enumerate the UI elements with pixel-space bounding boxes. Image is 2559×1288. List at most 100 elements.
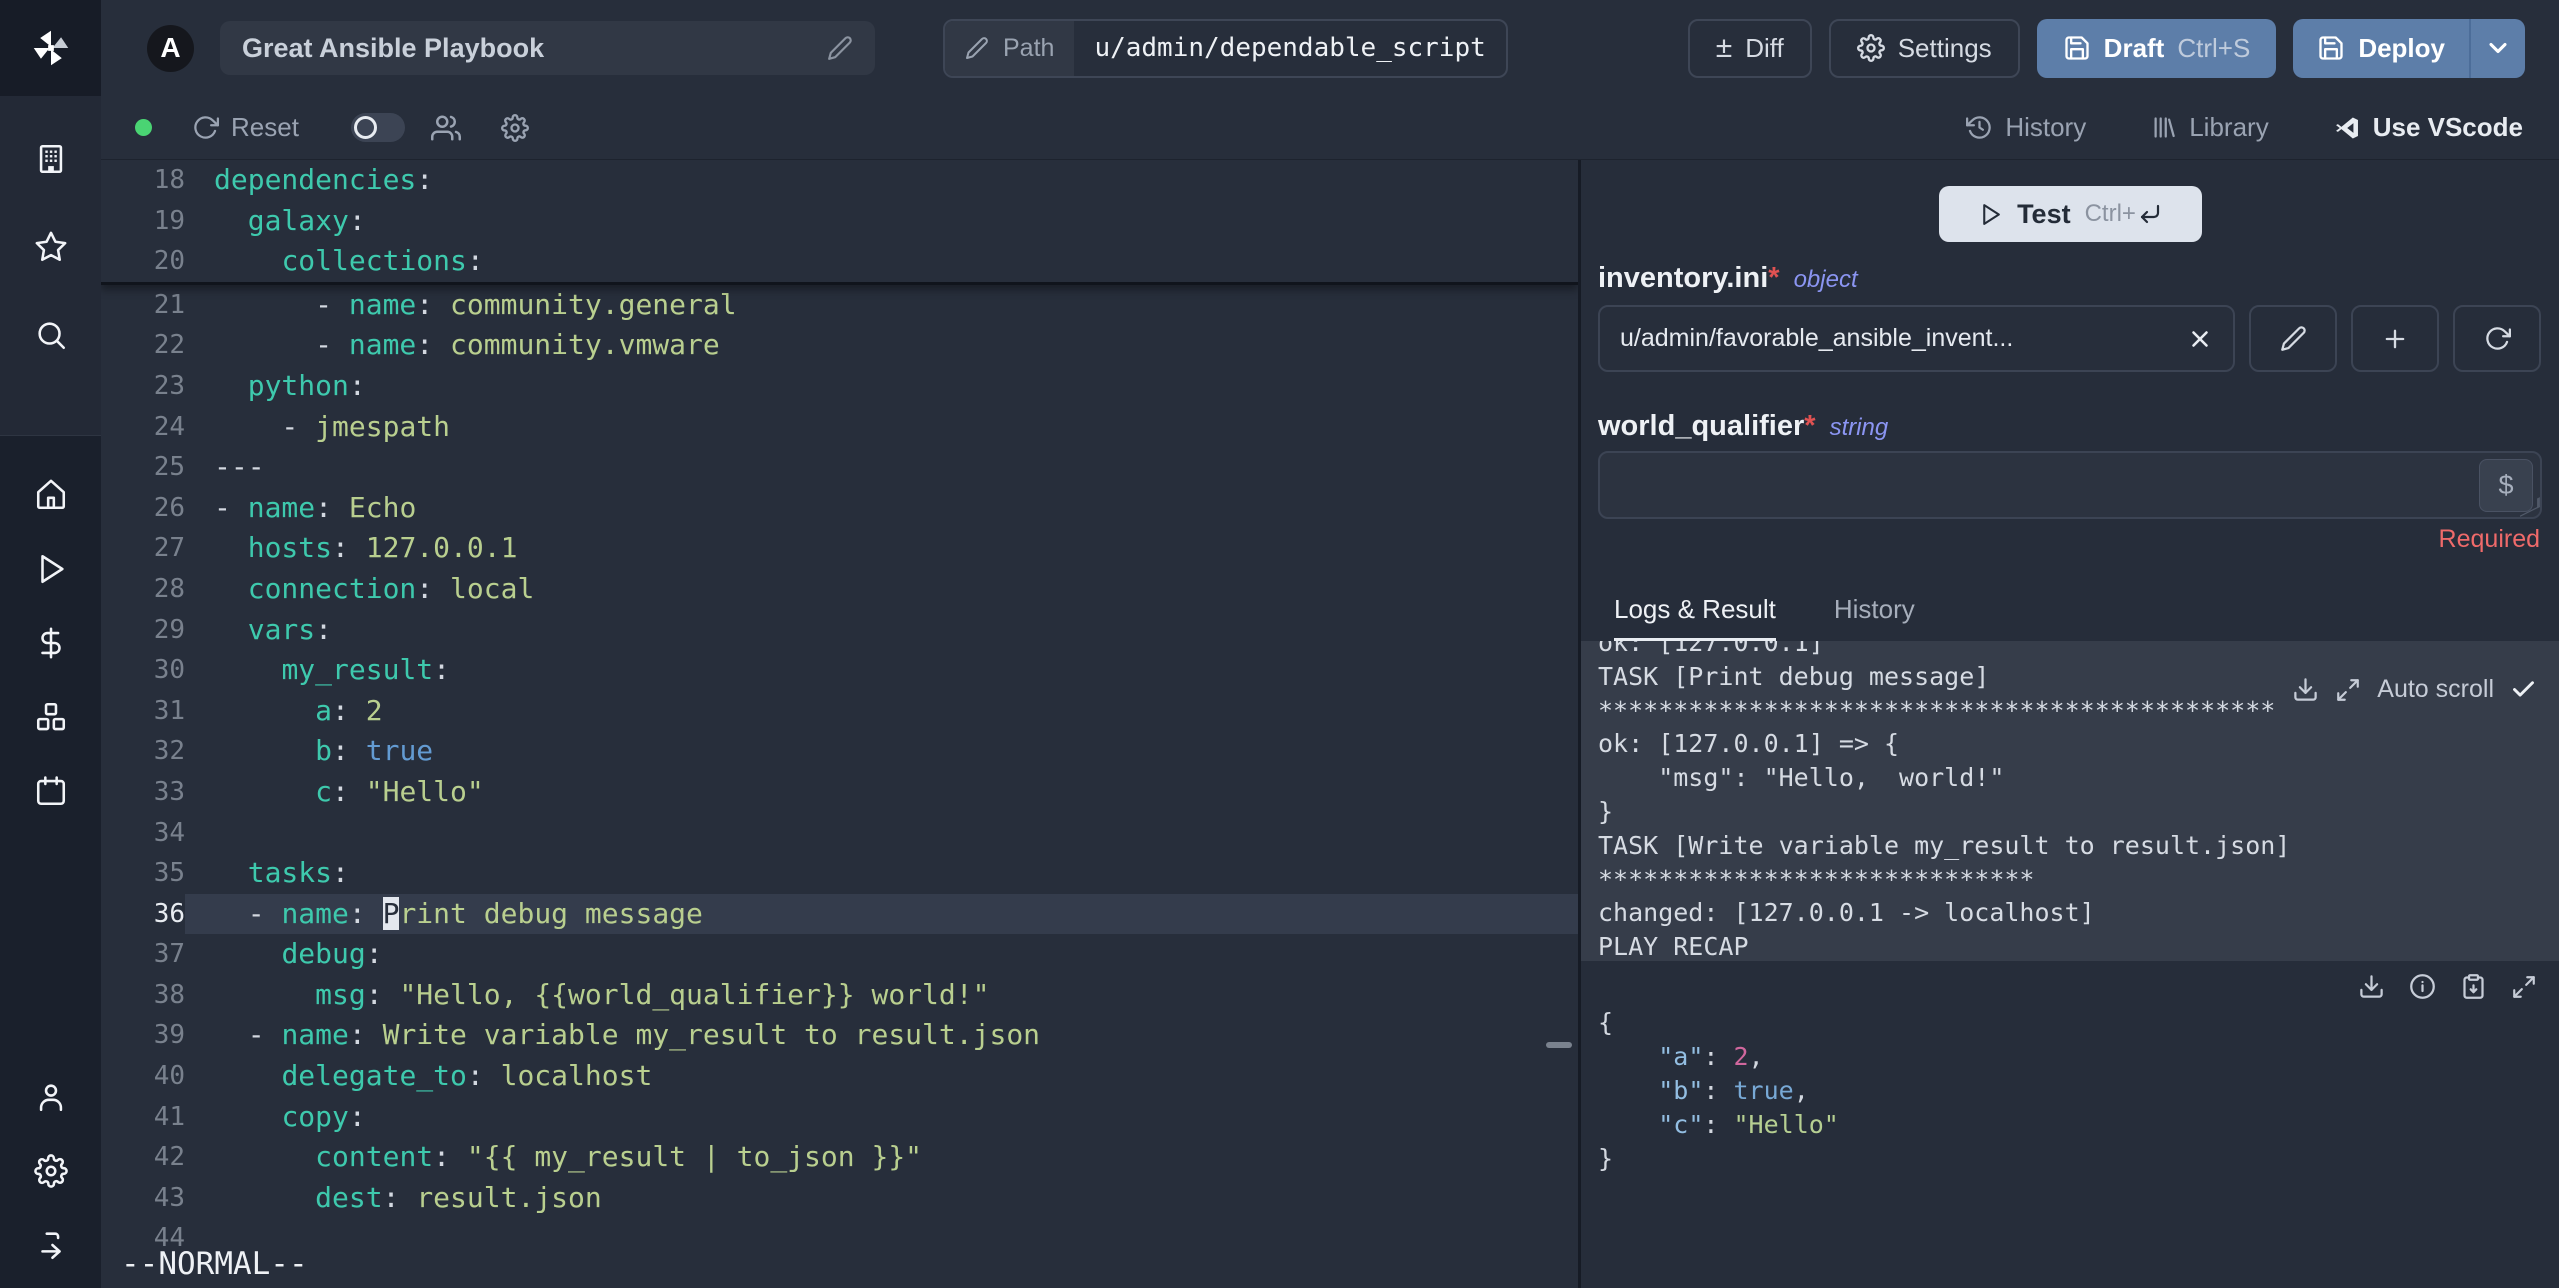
log-output-panel[interactable]: ok: [127.0.0.1] TASK [Print debug message…	[1581, 641, 2559, 961]
favorites-star-icon[interactable]	[32, 228, 70, 266]
code-text: vars:	[247, 612, 333, 646]
copy-result-clipboard-icon[interactable]	[2460, 973, 2487, 1000]
result-toolbar	[1581, 973, 2559, 1000]
tab-logs-result[interactable]: Logs & Result	[1614, 594, 1776, 641]
windmill-logo[interactable]	[0, 0, 101, 96]
code-line[interactable]: 37 debug:	[101, 934, 1578, 975]
code-line[interactable]: 19 galaxy:	[101, 201, 1578, 242]
code-line[interactable]: 33 c: "Hello"	[101, 772, 1578, 813]
world-qualifier-textarea[interactable]: $	[1598, 451, 2542, 519]
code-line[interactable]: 18 dependencies:	[101, 160, 1578, 201]
code-editor[interactable]: 18 dependencies: 19 galaxy: 20 collections:…	[101, 160, 1578, 1288]
download-result-icon[interactable]	[2358, 973, 2385, 1000]
download-logs-icon[interactable]	[2292, 676, 2319, 703]
code-line[interactable]: 35 tasks:	[101, 853, 1578, 894]
code-line[interactable]: 36 - name: Print debug message	[101, 893, 1578, 935]
code-line[interactable]: 40 delegate_to: localhost	[101, 1056, 1578, 1097]
sticky-scroll-lines[interactable]: 18 dependencies: 19 galaxy: 20 collections:	[101, 160, 1578, 285]
log-line: PLAY RECAP	[1598, 932, 1749, 961]
resources-cubes-icon[interactable]	[32, 698, 70, 736]
code-line[interactable]: 26 - name: Echo	[101, 488, 1578, 529]
code-line[interactable]: 44	[101, 1218, 1578, 1259]
library-button[interactable]: Library	[2150, 112, 2269, 143]
code-line[interactable]: 42 content: "{{ my_result | to_json }}"	[101, 1137, 1578, 1178]
code-line[interactable]: 41 copy:	[101, 1097, 1578, 1138]
code-line[interactable]: 34	[101, 813, 1578, 854]
code-line[interactable]: 21 - name: community.general	[101, 285, 1578, 326]
code-text: content: "{{ my_result | to_json }}"	[315, 1140, 923, 1174]
result-json-viewer[interactable]: { "a": 2, "b": true, "c": "Hello"}	[1581, 1006, 2559, 1176]
test-button[interactable]: Test Ctrl+	[1938, 186, 2202, 242]
editor-scrollbar-marker[interactable]	[1546, 1042, 1572, 1048]
variables-dollar-icon[interactable]	[32, 624, 70, 662]
settings-gear-icon[interactable]	[32, 1152, 70, 1190]
code-line[interactable]: 20 collections:	[101, 241, 1578, 282]
code-line[interactable]: 27 hosts: 127.0.0.1	[101, 528, 1578, 569]
line-number: 20	[153, 246, 185, 277]
code-lines[interactable]: 21 - name: community.general 22 - name: c…	[101, 285, 1578, 1259]
deploy-dropdown-button[interactable]	[2469, 18, 2525, 78]
code-text: dest: result.json	[315, 1180, 602, 1214]
settings-button[interactable]: Settings	[1828, 18, 2020, 78]
code-line[interactable]: 31 a: 2	[101, 691, 1578, 732]
auto-scroll-check-icon[interactable]	[2510, 676, 2537, 703]
refresh-resource-button[interactable]	[2453, 305, 2541, 372]
log-line: ok: [127.0.0.1] => {	[1598, 729, 1900, 759]
deploy-split-button: Deploy	[2293, 18, 2525, 78]
script-title-input[interactable]: Great Ansible Playbook	[220, 21, 875, 75]
user-icon[interactable]	[32, 1078, 70, 1116]
expand-result-icon[interactable]	[2511, 973, 2537, 1000]
code-text: collections:	[281, 244, 484, 278]
inventory-resource-input[interactable]: u/admin/favorable_ansible_invent...	[1598, 305, 2235, 372]
code-line[interactable]: 38 msg: "Hello, {{world_qualifier}} worl…	[101, 975, 1578, 1016]
sidebar-bottom-group	[0, 1078, 101, 1264]
add-resource-button[interactable]	[2351, 305, 2439, 372]
edit-resource-button[interactable]	[2249, 305, 2337, 372]
code-line[interactable]: 30 my_result:	[101, 650, 1578, 691]
line-number: 26	[153, 492, 185, 523]
path-widget[interactable]: Path u/admin/dependable_script	[943, 18, 1508, 78]
topbar: A Great Ansible Playbook Path u/admin/de…	[101, 0, 2559, 96]
clear-x-icon[interactable]	[2187, 326, 2213, 352]
code-text: dependencies:	[214, 163, 434, 196]
home-icon[interactable]	[32, 476, 70, 514]
logout-icon[interactable]	[32, 1226, 70, 1264]
code-line[interactable]: 22 - name: community.vmware	[101, 325, 1578, 366]
code-line[interactable]: 39 - name: Write variable my_result to r…	[101, 1015, 1578, 1056]
insert-variable-dollar-button[interactable]: $	[2479, 459, 2533, 512]
code-line[interactable]: 28 connection: local	[101, 569, 1578, 610]
code-line[interactable]: 23 python:	[101, 366, 1578, 407]
use-vscode-button[interactable]: Use VScode	[2333, 112, 2523, 143]
line-number: 25	[153, 452, 185, 483]
path-label-section[interactable]: Path	[945, 20, 1075, 76]
expand-logs-icon[interactable]	[2335, 677, 2361, 703]
draft-button[interactable]: Draft Ctrl+S	[2036, 18, 2277, 78]
sidebar	[0, 0, 101, 1288]
assistant-toggle[interactable]	[350, 113, 405, 142]
search-icon[interactable]	[32, 316, 70, 354]
code-line[interactable]: 43 dest: result.json	[101, 1178, 1578, 1219]
arg-label-inventory: inventory.ini* object	[1598, 262, 1858, 294]
schedules-calendar-icon[interactable]	[32, 772, 70, 810]
edit-title-pencil-icon[interactable]	[827, 35, 853, 61]
code-line[interactable]: 25 ---	[101, 447, 1578, 488]
play-icon	[1978, 202, 2003, 227]
editor-settings-gear-icon[interactable]	[500, 113, 529, 142]
result-info-icon[interactable]	[2409, 973, 2436, 1000]
line-number: 27	[153, 533, 185, 564]
enter-key-icon	[2138, 202, 2162, 226]
workspace-building-icon[interactable]	[32, 140, 70, 178]
runs-play-icon[interactable]	[32, 550, 70, 588]
reset-button[interactable]: Reset	[192, 112, 299, 143]
line-number: 29	[153, 614, 185, 645]
tab-history[interactable]: History	[1834, 594, 1915, 641]
arg-label-world-qualifier: world_qualifier* string	[1598, 410, 1889, 442]
diff-button[interactable]: ± Diff	[1687, 18, 1812, 78]
code-line[interactable]: 29 vars:	[101, 610, 1578, 651]
code-line[interactable]: 32 b: true	[101, 731, 1578, 772]
deploy-button[interactable]: Deploy	[2293, 19, 2469, 78]
line-number: 37	[153, 939, 185, 970]
collaborators-users-icon[interactable]	[430, 113, 461, 143]
history-button[interactable]: History	[1966, 112, 2086, 143]
code-line[interactable]: 24 - jmespath	[101, 407, 1578, 448]
